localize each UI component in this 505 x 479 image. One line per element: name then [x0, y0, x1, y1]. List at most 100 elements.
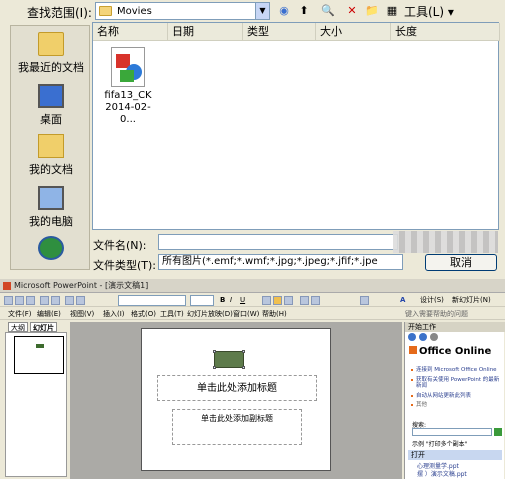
- cancel-button[interactable]: 取消: [425, 254, 497, 271]
- powerpoint-app-icon: [3, 282, 11, 290]
- tools-menu-button[interactable]: 工具(L) ▾: [404, 3, 454, 20]
- insert-button-obscured[interactable]: [393, 231, 498, 253]
- file-type-dropdown[interactable]: 所有图片(*.emf;*.wmf;*.jpg;*.jpeg;*.jfif;*.j…: [158, 254, 403, 270]
- slide-thumbnail-pane: [5, 332, 67, 477]
- open-icon[interactable]: [15, 296, 24, 305]
- column-header-length[interactable]: 长度: [391, 23, 500, 41]
- place-my-computer[interactable]: 我的电脑: [11, 186, 91, 229]
- inserted-picture[interactable]: [213, 350, 245, 369]
- file-item[interactable]: fifa13_CK 2014-02-0...: [98, 45, 158, 126]
- tab-outline[interactable]: 大纲: [8, 322, 28, 332]
- resize-handle[interactable]: [213, 366, 216, 369]
- tab-slides[interactable]: 幻灯片: [30, 322, 57, 332]
- menu-window[interactable]: 窗口(W): [233, 308, 259, 320]
- task-pane-nav: [408, 333, 502, 343]
- font-size-dropdown[interactable]: [190, 295, 214, 306]
- delete-icon[interactable]: ✕: [344, 3, 360, 19]
- column-header-type[interactable]: 类型: [243, 23, 316, 41]
- align-right-icon[interactable]: [284, 296, 293, 305]
- help-question-input[interactable]: 键入需要帮助的问题: [405, 308, 468, 320]
- powerpoint-window: Microsoft PowerPoint - [演示文稿1] B I U A 设…: [0, 279, 505, 479]
- recent-file-link[interactable]: 摆 ）演示文稿.ppt: [417, 471, 467, 479]
- computer-icon: [38, 186, 64, 210]
- office-online-logo: Office Online: [409, 346, 501, 362]
- go-arrow-icon[interactable]: [494, 428, 502, 436]
- forward-icon[interactable]: [419, 333, 427, 341]
- numbering-icon[interactable]: [311, 296, 320, 305]
- place-network[interactable]: [11, 236, 91, 263]
- column-header-name[interactable]: 名称: [93, 23, 168, 41]
- title-placeholder[interactable]: 单击此处添加标题: [157, 375, 317, 401]
- align-center-icon[interactable]: [273, 296, 282, 305]
- menu-tools[interactable]: 工具(T): [160, 308, 184, 320]
- views-icon[interactable]: ▦: [384, 3, 400, 19]
- menu-help[interactable]: 帮助(H): [262, 308, 287, 320]
- menu-insert[interactable]: 插入(I): [103, 308, 125, 320]
- new-icon[interactable]: [4, 296, 13, 305]
- back-icon[interactable]: ◉: [276, 3, 292, 19]
- design-button[interactable]: 设计(S): [420, 294, 444, 307]
- new-folder-icon[interactable]: 📁: [364, 3, 380, 19]
- link-latest-news[interactable]: 获取有关使用 PowerPoint 的最新新闻: [411, 377, 503, 390]
- file-name-line2: 2014-02-0...: [98, 102, 158, 126]
- link-auto-update[interactable]: 自动从网站更新此列表: [411, 393, 503, 400]
- network-icon: [38, 236, 64, 260]
- resize-handle[interactable]: [242, 366, 245, 369]
- subtitle-placeholder[interactable]: 单击此处添加副标题: [172, 409, 302, 445]
- font-name-dropdown[interactable]: [118, 295, 186, 306]
- office-icon: [409, 346, 417, 354]
- column-header-size[interactable]: 大小: [316, 23, 391, 41]
- underline-icon[interactable]: U: [240, 294, 245, 307]
- file-name-input[interactable]: [158, 234, 398, 250]
- link-more[interactable]: 其他: [411, 402, 503, 409]
- look-in-dropdown[interactable]: Movies ▼: [95, 2, 270, 20]
- slide-canvas[interactable]: 单击此处添加标题 单击此处添加副标题: [141, 328, 331, 471]
- resize-handle[interactable]: [213, 350, 216, 353]
- thumbnail-picture: [36, 344, 44, 348]
- menu-file[interactable]: 文件(F): [8, 308, 32, 320]
- image-file-icon: [111, 47, 145, 87]
- place-label: 我的电脑: [29, 215, 73, 228]
- column-header-date[interactable]: 日期: [168, 23, 243, 41]
- italic-icon[interactable]: I: [230, 294, 232, 307]
- recent-file-link[interactable]: 心理测量学.ppt: [417, 463, 467, 471]
- search-icon[interactable]: 🔍: [320, 3, 336, 19]
- file-list[interactable]: 名称 日期 类型 大小 长度 fifa13_CK 2014-02-0...: [92, 22, 500, 230]
- home-icon[interactable]: [430, 333, 438, 341]
- place-label: 我最近的文档: [18, 61, 84, 74]
- cut-icon[interactable]: [65, 296, 74, 305]
- font-color-icon[interactable]: A: [400, 294, 405, 307]
- indent-icon[interactable]: [360, 296, 369, 305]
- menu-slideshow[interactable]: 幻灯片放映(D): [187, 308, 233, 320]
- search-input[interactable]: [412, 428, 492, 436]
- resize-handle[interactable]: [242, 350, 245, 353]
- standard-toolbar: B I U A 设计(S) 新幻灯片(N): [0, 294, 505, 307]
- back-icon[interactable]: [408, 333, 416, 341]
- task-pane-links: 连接到 Microsoft Office Online 获取有关使用 Power…: [411, 367, 503, 412]
- menu-format[interactable]: 格式(O): [131, 308, 156, 320]
- place-my-documents[interactable]: 我的文档: [11, 134, 91, 177]
- place-desktop[interactable]: 桌面: [11, 84, 91, 127]
- undo-icon[interactable]: [76, 296, 85, 305]
- chevron-down-icon[interactable]: ▼: [255, 3, 269, 19]
- folder-icon: [99, 6, 112, 16]
- menu-edit[interactable]: 编辑(E): [37, 308, 61, 320]
- bold-icon[interactable]: B: [220, 294, 225, 307]
- link-connect-office-online[interactable]: 连接到 Microsoft Office Online: [411, 367, 503, 374]
- align-left-icon[interactable]: [262, 296, 271, 305]
- save-icon[interactable]: [26, 296, 35, 305]
- menu-view[interactable]: 视图(V): [70, 308, 94, 320]
- bullets-icon[interactable]: [300, 296, 309, 305]
- up-folder-icon[interactable]: ⬆: [296, 3, 312, 19]
- open-section-header: 打开: [408, 450, 502, 460]
- place-recent-documents[interactable]: 我最近的文档: [11, 32, 91, 75]
- preview-icon[interactable]: [51, 296, 60, 305]
- file-name-label: 文件名(N):: [93, 239, 147, 252]
- slide-thumbnail[interactable]: [14, 336, 64, 374]
- recent-files: 心理测量学.ppt 摆 ）演示文稿.ppt: [417, 463, 467, 479]
- new-slide-button[interactable]: 新幻灯片(N): [452, 294, 491, 307]
- print-icon[interactable]: [40, 296, 49, 305]
- window-title-bar: Microsoft PowerPoint - [演示文稿1]: [0, 279, 505, 293]
- window-title: Microsoft PowerPoint - [演示文稿1]: [14, 281, 149, 290]
- desktop-icon: [38, 84, 64, 108]
